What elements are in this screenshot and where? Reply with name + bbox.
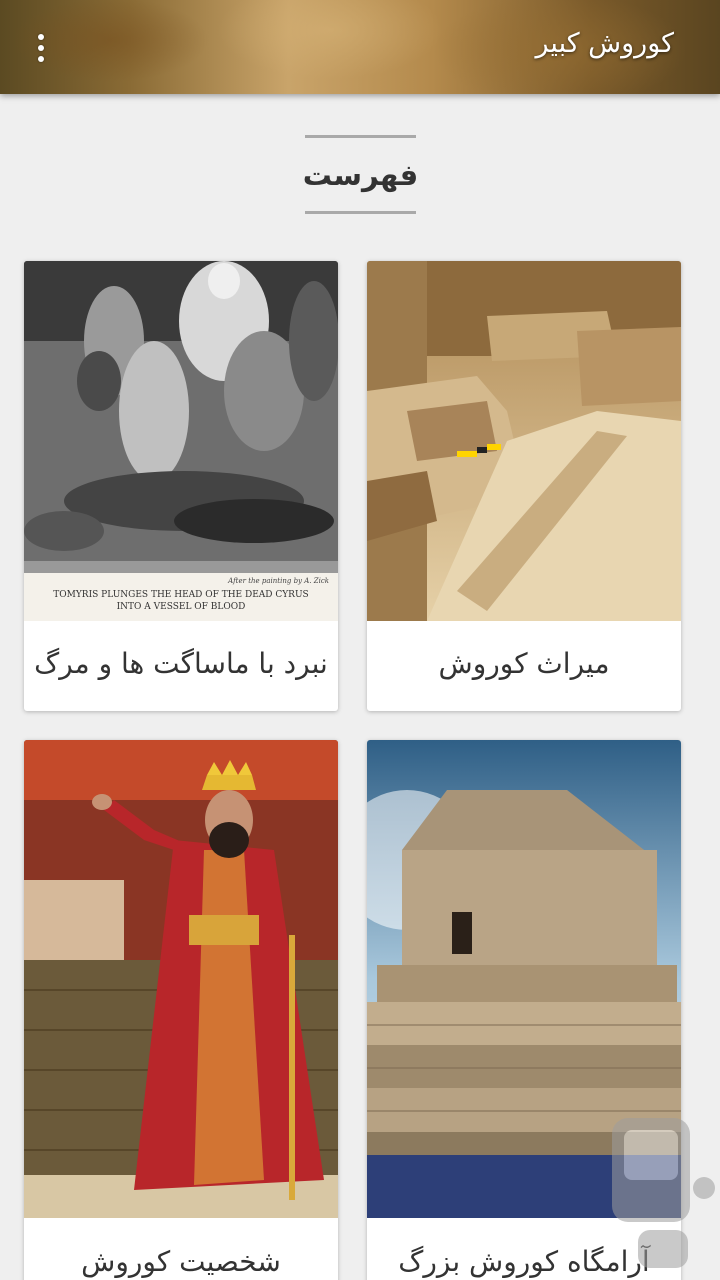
svg-text:INTO A VESSEL OF BLOOD: INTO A VESSEL OF BLOOD xyxy=(117,602,246,612)
menu-dot xyxy=(38,45,44,51)
card-battle[interactable]: After the painting by A. Zick TOMYRIS PL… xyxy=(24,261,338,711)
card-personality[interactable]: شخصیت کوروش xyxy=(24,740,338,1280)
app-bar: کوروش کبیر xyxy=(0,0,720,94)
engraving-credit: After the painting by A. Zick xyxy=(227,577,329,585)
cyrus-illustration xyxy=(24,740,338,1218)
screen: کوروش کبیر فهرست میراث کوروش After the p… xyxy=(0,0,720,1280)
card-label: آرامگاه کوروش بزرگ xyxy=(398,1245,650,1278)
card-heritage[interactable]: میراث کوروش xyxy=(367,261,681,711)
section-heading: فهرست xyxy=(302,157,419,192)
app-title: کوروش کبیر xyxy=(535,28,674,59)
tomyris-engraving: After the painting by A. Zick TOMYRIS PL… xyxy=(24,261,338,621)
pasargadae-tomb-photo xyxy=(367,740,681,1218)
section-heading-box: فهرست xyxy=(302,135,419,214)
card-label: شخصیت کوروش xyxy=(81,1245,281,1278)
card-label: میراث کوروش xyxy=(438,647,610,680)
menu-dot xyxy=(38,34,44,40)
svg-text:TOMYRIS PLUNGES THE HEAD OF TH: TOMYRIS PLUNGES THE HEAD OF THE DEAD CYR… xyxy=(53,590,308,600)
card-tomb[interactable]: آرامگاه کوروش بزرگ xyxy=(367,740,681,1280)
card-label: نبرد با ماساگت ها و مرگ xyxy=(34,647,328,680)
more-vert-icon[interactable] xyxy=(28,30,54,66)
excavation-ruins-photo xyxy=(367,261,681,621)
menu-dot xyxy=(38,56,44,62)
